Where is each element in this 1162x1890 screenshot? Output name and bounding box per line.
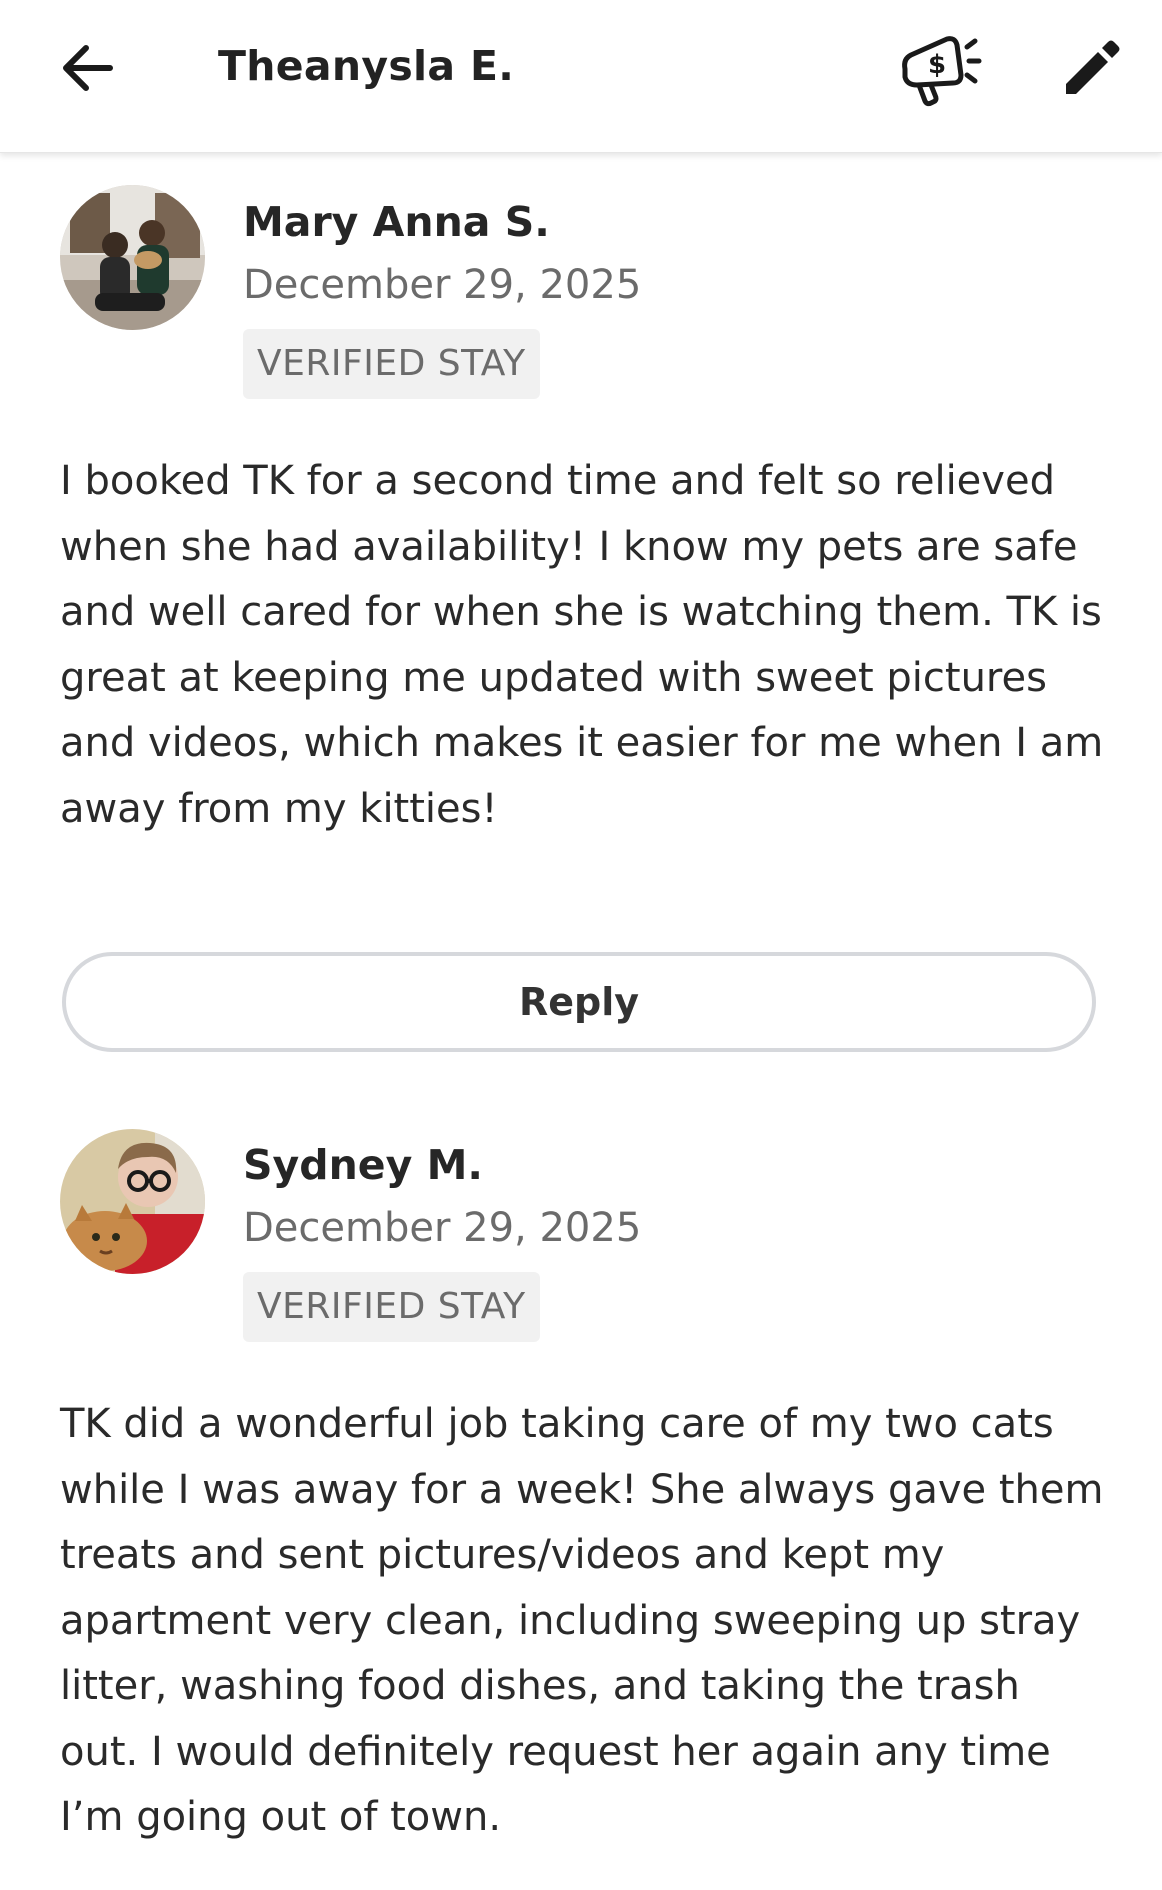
review-body: TK did a wonderful job taking care of my… — [60, 1401, 1104, 1840]
avatar-photo — [60, 1129, 205, 1274]
svg-text:$: $ — [928, 50, 946, 80]
review-body: I booked TK for a second time and felt s… — [60, 458, 1104, 832]
top-app-bar: Theanysla E. $ — [0, 0, 1162, 153]
pencil-icon — [1066, 40, 1120, 94]
reviewer-name: Sydney M. — [243, 1141, 483, 1189]
reply-button[interactable]: Reply — [62, 952, 1096, 1052]
verified-stay-badge: VERIFIED STAY — [243, 1272, 540, 1342]
verified-stay-badge: VERIFIED STAY — [243, 329, 540, 399]
back-button[interactable] — [48, 28, 128, 108]
reviewer-avatar — [60, 185, 205, 330]
arrow-left-icon — [63, 45, 113, 91]
edit-button[interactable] — [1050, 28, 1130, 108]
page-title: Theanysla E. — [218, 42, 515, 90]
avatar-photo — [60, 185, 205, 330]
review-date: December 29, 2025 — [243, 262, 642, 308]
review-page: Theanysla E. $ Mary Anna S. December 29,… — [0, 0, 1162, 1890]
reviewer-name: Mary Anna S. — [243, 198, 550, 246]
review-date: December 29, 2025 — [243, 1205, 642, 1251]
promote-button[interactable]: $ — [890, 24, 990, 114]
reviewer-avatar — [60, 1129, 205, 1274]
megaphone-dollar-icon: $ — [902, 36, 982, 107]
